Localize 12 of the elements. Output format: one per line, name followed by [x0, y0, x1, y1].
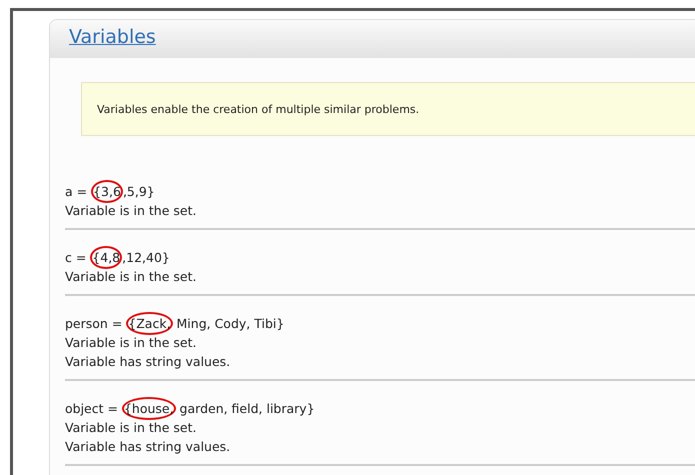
variable-note: Variable is in the set. [65, 419, 198, 437]
variable-note: Variable is in the set. [65, 334, 198, 352]
variable-definition: person = {Zack, Ming, Cody, Tibi} [65, 314, 695, 333]
variable-definition: a = {3,6 ,5,9} [65, 182, 695, 201]
variables-link[interactable]: Variables [69, 26, 156, 48]
variable-note: Variable is in the set. [65, 202, 198, 220]
variable-note: Variable has string values. [65, 438, 232, 456]
variable-definition: object = {house, garden, field, library} [65, 399, 695, 418]
note-text: Variables enable the creation of multiple similar problems. [97, 102, 420, 116]
variable-note: Variable is in the set. [65, 268, 198, 286]
variable-definition: c = {4,8 ,12,40} [65, 248, 695, 267]
variable-note: Variable has string values. [65, 353, 232, 371]
